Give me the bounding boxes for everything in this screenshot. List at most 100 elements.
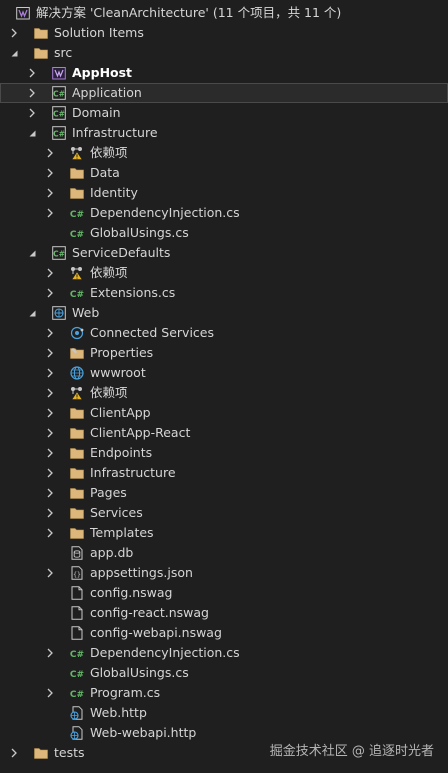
csharp-project-icon: C# bbox=[52, 106, 66, 120]
tree-item[interactable]: Services bbox=[0, 503, 448, 523]
collapsed-chevron-icon[interactable] bbox=[27, 83, 37, 103]
collapsed-chevron-icon[interactable] bbox=[45, 203, 55, 223]
tree-item[interactable]: 解决方案 'CleanArchitecture' (11 个项目，共 11 个) bbox=[0, 3, 448, 23]
globe-icon bbox=[70, 366, 84, 380]
collapsed-chevron-icon[interactable] bbox=[45, 283, 55, 303]
watermark-text: 掘金技术社区 @ 追逐时光者 bbox=[269, 744, 434, 759]
tree-item-label: Solution Items bbox=[54, 25, 144, 40]
tree-item[interactable]: C# Program.cs bbox=[0, 683, 448, 703]
tree-item[interactable]: 依赖项 bbox=[0, 263, 448, 283]
collapsed-chevron-icon[interactable] bbox=[45, 383, 55, 403]
csharp-file-icon: C# bbox=[70, 646, 84, 660]
tree-item[interactable]: C# Domain bbox=[0, 103, 448, 123]
tree-item[interactable]: wwwroot bbox=[0, 363, 448, 383]
tree-item[interactable]: C# GlobalUsings.cs bbox=[0, 223, 448, 243]
tree-item-label: Web.http bbox=[90, 705, 147, 720]
csharp-project-icon: C# bbox=[52, 86, 66, 100]
collapsed-chevron-icon[interactable] bbox=[27, 63, 37, 83]
collapsed-chevron-icon[interactable] bbox=[45, 163, 55, 183]
tree-item[interactable]: app.db bbox=[0, 543, 448, 563]
json-file-icon: {} bbox=[70, 566, 84, 580]
expanded-chevron-icon[interactable] bbox=[9, 43, 19, 63]
svg-text:C#: C# bbox=[53, 109, 65, 118]
tree-item-label: GlobalUsings.cs bbox=[90, 225, 189, 240]
collapsed-chevron-icon[interactable] bbox=[45, 423, 55, 443]
tree-item-label: Identity bbox=[90, 185, 138, 200]
tree-item[interactable]: src bbox=[0, 43, 448, 63]
tree-item[interactable]: 依赖项 bbox=[0, 383, 448, 403]
tree-item[interactable]: C# DependencyInjection.cs bbox=[0, 203, 448, 223]
tree-item[interactable]: ClientApp-React bbox=[0, 423, 448, 443]
collapsed-chevron-icon[interactable] bbox=[45, 563, 55, 583]
tree-item[interactable]: C# Extensions.cs bbox=[0, 283, 448, 303]
tree-item[interactable]: Pages bbox=[0, 483, 448, 503]
collapsed-chevron-icon[interactable] bbox=[45, 503, 55, 523]
tree-item[interactable]: Properties bbox=[0, 343, 448, 363]
tree-item[interactable]: C# DependencyInjection.cs bbox=[0, 643, 448, 663]
file-icon bbox=[70, 606, 84, 620]
tree-item[interactable]: C# Application bbox=[0, 83, 448, 103]
tree-item-label: wwwroot bbox=[90, 365, 146, 380]
folder-icon bbox=[70, 486, 84, 500]
tree-item-label: Extensions.cs bbox=[90, 285, 176, 300]
collapsed-chevron-icon[interactable] bbox=[45, 463, 55, 483]
collapsed-chevron-icon[interactable] bbox=[45, 263, 55, 283]
collapsed-chevron-icon[interactable] bbox=[9, 23, 19, 43]
tree-item-label: Application bbox=[72, 85, 142, 100]
tree-item-label: Services bbox=[90, 505, 143, 520]
tree-item-label: src bbox=[54, 45, 73, 60]
dependencies-warning-icon bbox=[70, 266, 84, 280]
tree-item[interactable]: config-react.nswag bbox=[0, 603, 448, 623]
tree-item-label: config.nswag bbox=[90, 585, 173, 600]
csharp-file-icon: C# bbox=[70, 226, 84, 240]
collapsed-chevron-icon[interactable] bbox=[45, 523, 55, 543]
expanded-chevron-icon[interactable] bbox=[27, 303, 37, 323]
tree-item-label: appsettings.json bbox=[90, 565, 193, 580]
tree-item-label: Pages bbox=[90, 485, 127, 500]
expanded-chevron-icon[interactable] bbox=[27, 243, 37, 263]
tree-item[interactable]: Solution Items bbox=[0, 23, 448, 43]
tree-item-label: Data bbox=[90, 165, 120, 180]
tree-item[interactable]: C# GlobalUsings.cs bbox=[0, 663, 448, 683]
collapsed-chevron-icon[interactable] bbox=[45, 343, 55, 363]
tree-item[interactable]: Endpoints bbox=[0, 443, 448, 463]
tree-item[interactable]: 依赖项 bbox=[0, 143, 448, 163]
collapsed-chevron-icon[interactable] bbox=[27, 103, 37, 123]
tree-item[interactable]: Web.http bbox=[0, 703, 448, 723]
tree-item[interactable]: Identity bbox=[0, 183, 448, 203]
tree-item[interactable]: Connected Services bbox=[0, 323, 448, 343]
tree-item[interactable]: Web bbox=[0, 303, 448, 323]
tree-item[interactable]: Data bbox=[0, 163, 448, 183]
tree-item[interactable]: C# ServiceDefaults bbox=[0, 243, 448, 263]
web-project-icon bbox=[52, 306, 66, 320]
tree-item[interactable]: config-webapi.nswag bbox=[0, 623, 448, 643]
expanded-chevron-icon[interactable] bbox=[27, 123, 37, 143]
solution-icon bbox=[16, 6, 30, 20]
svg-text:C#: C# bbox=[53, 249, 65, 258]
tree-item-label: 依赖项 bbox=[90, 385, 128, 400]
folder-icon bbox=[70, 186, 84, 200]
dependencies-warning-icon bbox=[70, 146, 84, 160]
collapsed-chevron-icon[interactable] bbox=[45, 483, 55, 503]
collapsed-chevron-icon[interactable] bbox=[9, 743, 19, 763]
tree-item[interactable]: C# Infrastructure bbox=[0, 123, 448, 143]
collapsed-chevron-icon[interactable] bbox=[45, 323, 55, 343]
tree-item-label: DependencyInjection.cs bbox=[90, 205, 240, 220]
folder-icon bbox=[70, 466, 84, 480]
folder-icon bbox=[70, 526, 84, 540]
collapsed-chevron-icon[interactable] bbox=[45, 683, 55, 703]
collapsed-chevron-icon[interactable] bbox=[45, 643, 55, 663]
tree-item[interactable]: Templates bbox=[0, 523, 448, 543]
tree-item-label: config-webapi.nswag bbox=[90, 625, 222, 640]
tree-item[interactable]: Infrastructure bbox=[0, 463, 448, 483]
tree-item[interactable]: ClientApp bbox=[0, 403, 448, 423]
collapsed-chevron-icon[interactable] bbox=[45, 403, 55, 423]
collapsed-chevron-icon[interactable] bbox=[45, 363, 55, 383]
collapsed-chevron-icon[interactable] bbox=[45, 143, 55, 163]
tree-item[interactable]: {} appsettings.json bbox=[0, 563, 448, 583]
collapsed-chevron-icon[interactable] bbox=[45, 183, 55, 203]
tree-item[interactable]: AppHost bbox=[0, 63, 448, 83]
tree-item[interactable]: config.nswag bbox=[0, 583, 448, 603]
collapsed-chevron-icon[interactable] bbox=[45, 443, 55, 463]
tree-item-label: Infrastructure bbox=[90, 465, 176, 480]
